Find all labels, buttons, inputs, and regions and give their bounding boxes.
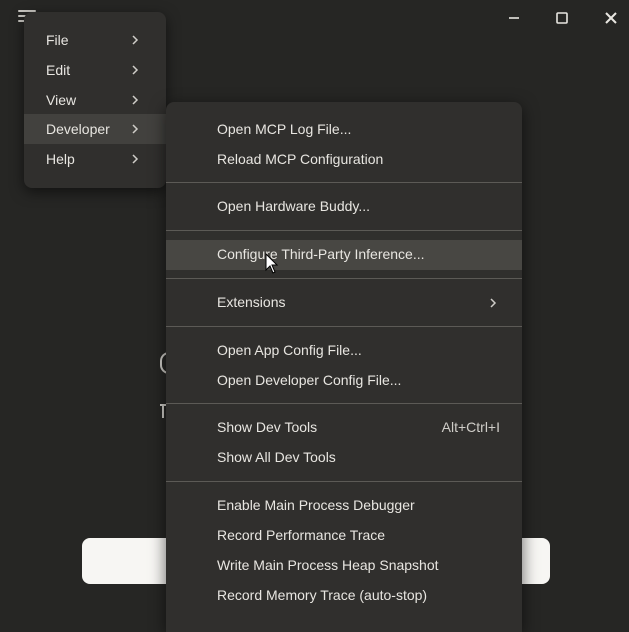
submenu-item-label: Open Developer Config File... xyxy=(217,372,402,388)
background-glyph xyxy=(162,404,164,418)
submenu-item-open-mcp-log[interactable]: Open MCP Log File... xyxy=(166,115,522,145)
submenu-item-label: Record Memory Trace (auto-stop) xyxy=(217,587,428,603)
submenu-item-label: Write Main Process Heap Snapshot xyxy=(217,557,439,573)
app-menu: File Edit View Developer Help xyxy=(24,12,166,188)
menu-item-label: Help xyxy=(46,151,75,167)
submenu-item-label: Configure Third-Party Inference... xyxy=(217,246,425,262)
mouse-cursor-icon xyxy=(265,253,279,274)
menu-item-help[interactable]: Help xyxy=(24,144,166,174)
submenu-item-open-developer-config[interactable]: Open Developer Config File... xyxy=(166,366,522,396)
chevron-right-icon xyxy=(132,65,139,75)
menu-item-developer[interactable]: Developer xyxy=(24,114,166,144)
submenu-item-label: Open App Config File... xyxy=(217,342,362,358)
keyboard-shortcut: Alt+Ctrl+I xyxy=(441,419,500,435)
chevron-right-icon xyxy=(132,95,139,105)
maximize-icon xyxy=(556,12,568,24)
menu-item-label: View xyxy=(46,92,77,108)
menu-item-file[interactable]: File xyxy=(24,25,166,55)
submenu-item-show-all-dev-tools[interactable]: Show All Dev Tools xyxy=(166,443,522,473)
chevron-right-icon xyxy=(132,35,139,45)
chevron-right-icon xyxy=(132,154,139,164)
submenu-item-label: Open Hardware Buddy... xyxy=(217,198,371,214)
menu-separator xyxy=(166,326,522,327)
chevron-right-icon xyxy=(490,298,497,308)
menu-separator xyxy=(166,403,522,404)
submenu-item-record-performance-trace[interactable]: Record Performance Trace xyxy=(166,521,522,551)
minimize-button[interactable] xyxy=(499,6,529,30)
menu-separator xyxy=(166,182,522,183)
submenu-item-enable-debugger[interactable]: Enable Main Process Debugger xyxy=(166,491,522,521)
submenu-item-record-memory-trace[interactable]: Record Memory Trace (auto-stop) xyxy=(166,581,522,611)
minimize-icon xyxy=(509,17,519,19)
submenu-item-label: Reload MCP Configuration xyxy=(217,151,384,167)
submenu-item-reload-mcp[interactable]: Reload MCP Configuration xyxy=(166,145,522,175)
submenu-item-open-app-config[interactable]: Open App Config File... xyxy=(166,336,522,366)
menu-item-label: Edit xyxy=(46,62,71,78)
close-button[interactable] xyxy=(596,6,626,30)
maximize-button[interactable] xyxy=(547,6,577,30)
submenu-item-open-hardware-buddy[interactable]: Open Hardware Buddy... xyxy=(166,192,522,222)
submenu-item-label: Extensions xyxy=(217,294,286,310)
submenu-item-label: Show Dev Tools xyxy=(217,419,318,435)
developer-submenu: Open MCP Log File... Reload MCP Configur… xyxy=(166,102,522,632)
menu-separator xyxy=(166,230,522,231)
menu-item-label: File xyxy=(46,32,69,48)
menu-item-label: Developer xyxy=(46,121,110,137)
submenu-item-label: Enable Main Process Debugger xyxy=(217,497,415,513)
menu-item-edit[interactable]: Edit xyxy=(24,55,166,85)
menu-item-view[interactable]: View xyxy=(24,85,166,115)
submenu-item-configure-inference[interactable]: Configure Third-Party Inference... xyxy=(166,240,522,270)
submenu-item-write-heap-snapshot[interactable]: Write Main Process Heap Snapshot xyxy=(166,551,522,581)
submenu-item-show-dev-tools[interactable]: Show Dev Tools Alt+Ctrl+I xyxy=(166,413,522,443)
submenu-item-label: Show All Dev Tools xyxy=(217,449,336,465)
menu-separator xyxy=(166,278,522,279)
submenu-item-extensions[interactable]: Extensions xyxy=(166,288,522,318)
menu-separator xyxy=(166,481,522,482)
submenu-item-label: Record Performance Trace xyxy=(217,527,386,543)
close-icon xyxy=(605,12,617,24)
submenu-item-label: Open MCP Log File... xyxy=(217,121,352,137)
chevron-right-icon xyxy=(132,124,139,134)
